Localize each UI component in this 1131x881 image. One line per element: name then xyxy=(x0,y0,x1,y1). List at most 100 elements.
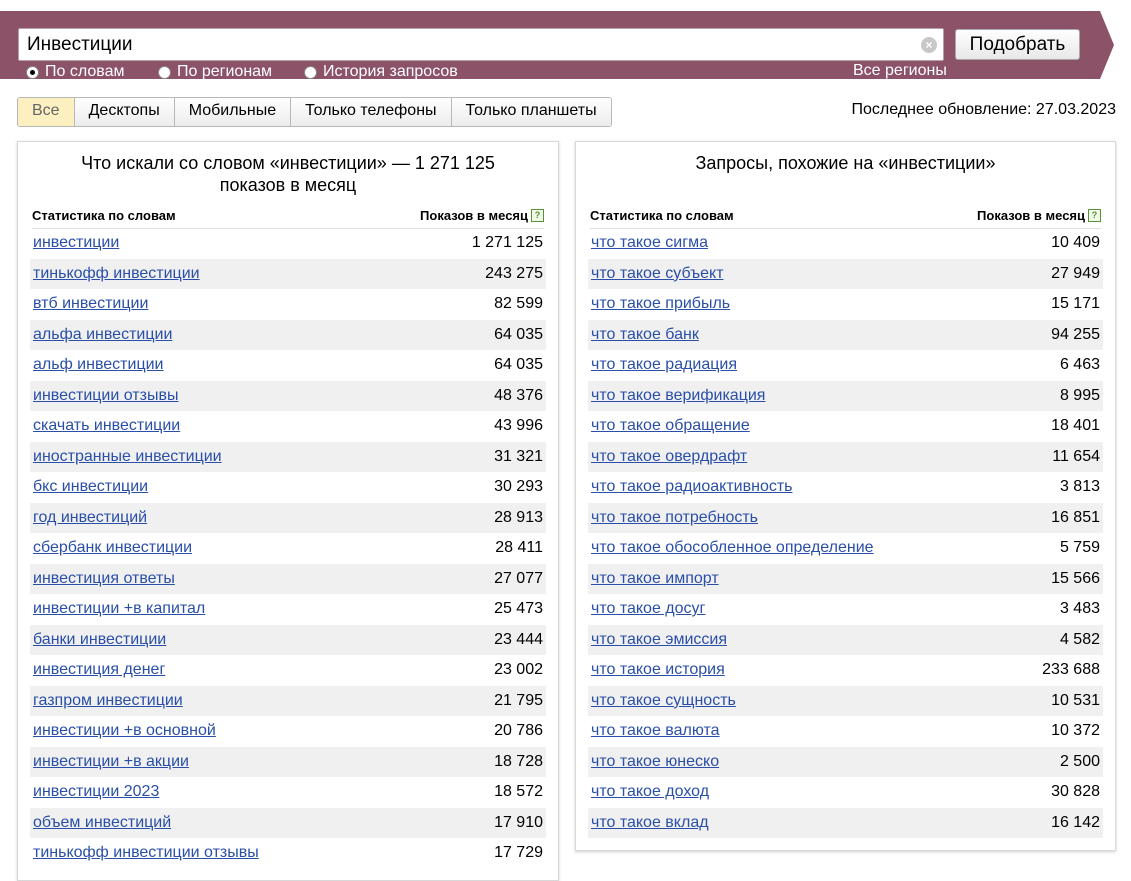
table-row: сбербанк инвестиции 28 411 xyxy=(30,533,546,564)
radio-unchecked-icon[interactable] xyxy=(158,65,171,79)
table-row: что такое радиоактивность 3 813 xyxy=(588,472,1103,503)
keyword-link[interactable]: втб инвестиции xyxy=(33,295,148,313)
impressions-count: 1 271 125 xyxy=(471,234,543,251)
header-arrow xyxy=(1100,11,1114,79)
impressions-count: 64 035 xyxy=(494,325,543,343)
table-row: что такое вклад 16 142 xyxy=(588,807,1103,838)
radio-by-words[interactable]: По словам xyxy=(26,63,124,81)
column-count-header: Показов в месяц ? xyxy=(420,208,544,223)
tab-mobile[interactable]: Мобильные xyxy=(174,98,292,126)
table-row: что такое прибыль 15 171 xyxy=(588,289,1103,320)
keyword-link[interactable]: что такое обособленное определение xyxy=(591,539,874,557)
table-row: что такое доход 30 828 xyxy=(588,777,1103,808)
keyword-link[interactable]: альф инвестиции xyxy=(33,356,163,374)
table-row: скачать инвестиции 43 996 xyxy=(30,411,546,442)
keyword-link[interactable]: сбербанк инвестиции xyxy=(33,539,192,557)
keyword-link[interactable]: что такое прибыль xyxy=(591,295,730,313)
tab-phones[interactable]: Только телефоны xyxy=(291,98,452,126)
radio-label: История запросов xyxy=(323,63,458,80)
clear-icon[interactable]: × xyxy=(921,37,937,53)
keyword-link[interactable]: что такое банк xyxy=(591,326,699,344)
table-row: инвестиции +в капитал 25 473 xyxy=(30,594,546,625)
impressions-count: 16 851 xyxy=(1051,508,1100,526)
search-input[interactable] xyxy=(27,33,907,57)
impressions-count: 27 077 xyxy=(494,569,543,587)
keyword-link[interactable]: что такое вклад xyxy=(591,814,709,832)
keyword-link[interactable]: тинькофф инвестиции xyxy=(33,265,200,283)
keyword-link[interactable]: что такое история xyxy=(591,661,725,679)
impressions-count: 8 995 xyxy=(1059,386,1100,404)
keyword-link[interactable]: инвестиция ответы xyxy=(33,570,175,588)
keyword-link[interactable]: что такое сущность xyxy=(591,692,736,710)
impressions-count: 243 275 xyxy=(485,264,543,282)
impressions-count: 2 500 xyxy=(1059,752,1100,770)
keyword-link[interactable]: тинькофф инвестиции отзывы xyxy=(33,844,259,862)
radio-history[interactable]: История запросов xyxy=(304,63,458,81)
keyword-link[interactable]: что такое сигма xyxy=(591,234,708,252)
table-row: тинькофф инвестиции отзывы 17 729 xyxy=(30,838,546,869)
impressions-count: 30 828 xyxy=(1051,783,1100,800)
table-row: инвестиции +в основной 20 786 xyxy=(30,716,546,747)
radio-checked-icon[interactable] xyxy=(26,65,39,79)
keyword-link[interactable]: что такое субъект xyxy=(591,265,724,283)
keyword-link[interactable]: что такое овердрафт xyxy=(591,448,747,466)
impressions-count: 18 728 xyxy=(494,752,543,770)
impressions-count: 233 688 xyxy=(1042,661,1100,678)
panel-title: Что искали со словом «инвестиции» — 1 27… xyxy=(81,153,495,195)
keyword-link[interactable]: что такое потребность xyxy=(591,509,758,527)
table-row: инвестиция денег 23 002 xyxy=(30,655,546,686)
tab-desktops[interactable]: Десктопы xyxy=(74,98,175,126)
radio-label: По регионам xyxy=(177,63,273,80)
keyword-link[interactable]: что такое валюта xyxy=(591,722,720,740)
keyword-link[interactable]: инвестиции отзывы xyxy=(33,387,178,405)
radio-by-regions[interactable]: По регионам xyxy=(158,63,272,81)
table-row: газпром инвестиции 21 795 xyxy=(30,685,546,716)
keyword-link[interactable]: что такое верификация xyxy=(591,387,765,405)
impressions-count: 25 473 xyxy=(494,600,543,617)
keyword-link[interactable]: бкс инвестиции xyxy=(33,478,148,496)
keyword-link[interactable]: банки инвестиции xyxy=(33,631,166,649)
impressions-count: 43 996 xyxy=(494,417,543,434)
keyword-link[interactable]: что такое импорт xyxy=(591,570,719,588)
keyword-link[interactable]: что такое эмиссия xyxy=(591,631,727,649)
impressions-count: 11 654 xyxy=(1052,447,1100,465)
tab-tablets[interactable]: Только планшеты xyxy=(451,98,611,126)
keyword-link[interactable]: что такое юнеско xyxy=(591,753,719,771)
keyword-link[interactable]: что такое доход xyxy=(591,783,709,801)
impressions-count: 27 949 xyxy=(1051,264,1100,282)
keyword-link[interactable]: инвестиции +в акции xyxy=(33,753,189,771)
table-row: что такое история 233 688 xyxy=(588,655,1103,686)
keyword-link[interactable]: газпром инвестиции xyxy=(33,692,183,710)
keyword-link[interactable]: инвестиции +в капитал xyxy=(33,600,205,618)
keyword-link[interactable]: инвестиции 2023 xyxy=(33,783,159,801)
tab-all[interactable]: Все xyxy=(18,98,75,126)
keyword-link[interactable]: год инвестиций xyxy=(33,509,147,527)
keyword-link[interactable]: инвестиция денег xyxy=(33,661,165,679)
keyword-link[interactable]: альфа инвестиции xyxy=(33,326,172,344)
help-icon[interactable]: ? xyxy=(531,209,544,222)
keyword-link[interactable]: инвестиции xyxy=(33,234,119,252)
keyword-link[interactable]: иностранные инвестиции xyxy=(33,448,222,466)
radio-unchecked-icon[interactable] xyxy=(304,65,317,79)
table-row: что такое потребность 16 851 xyxy=(588,502,1103,533)
table-row: что такое овердрафт 11 654 xyxy=(588,441,1103,472)
table-row: инвестиции 2023 18 572 xyxy=(30,777,546,808)
impressions-count: 10 531 xyxy=(1051,691,1100,709)
keyword-link[interactable]: что такое обращение xyxy=(591,417,750,435)
table-row: что такое импорт 15 566 xyxy=(588,563,1103,594)
table-row: бкс инвестиции 30 293 xyxy=(30,472,546,503)
keyword-link[interactable]: что такое радиоактивность xyxy=(591,478,793,496)
table-row: что такое досуг 3 483 xyxy=(588,594,1103,625)
keyword-link[interactable]: объем инвестиций xyxy=(33,814,171,832)
submit-button[interactable]: Подобрать xyxy=(955,29,1080,60)
impressions-count: 3 813 xyxy=(1059,478,1100,495)
help-icon[interactable]: ? xyxy=(1088,209,1101,222)
keyword-link[interactable]: что такое радиация xyxy=(591,356,737,374)
table-row: инвестиции отзывы 48 376 xyxy=(30,380,546,411)
keyword-link[interactable]: что такое досуг xyxy=(591,600,705,618)
column-word-header: Статистика по словам xyxy=(32,208,176,223)
all-regions-link[interactable]: Все регионы xyxy=(853,62,947,81)
keyword-link[interactable]: инвестиции +в основной xyxy=(33,722,216,740)
impressions-count: 31 321 xyxy=(494,447,543,465)
keyword-link[interactable]: скачать инвестиции xyxy=(33,417,180,435)
